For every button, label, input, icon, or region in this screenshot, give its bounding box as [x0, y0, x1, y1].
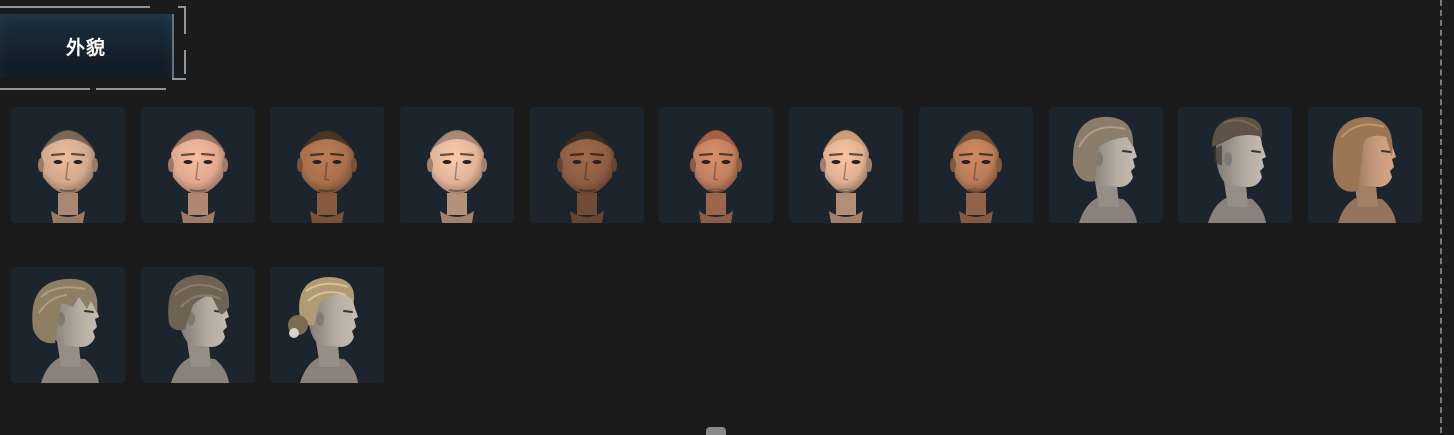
appearance-option[interactable]: [11, 107, 125, 223]
curtain-bangs-haircut-icon: [167, 275, 229, 383]
frame-line: [184, 6, 186, 34]
appearance-tab[interactable]: 外貌: [0, 0, 190, 94]
lob-haircut-icon: [1332, 117, 1396, 223]
frame-line: [184, 50, 186, 74]
appearance-option[interactable]: [789, 107, 904, 223]
bob-haircut-icon: [1072, 116, 1137, 223]
male-bald-head-5: [556, 130, 617, 223]
female-bald-head-2: [820, 130, 873, 223]
panel-divider: [1440, 0, 1442, 433]
frame-line: [96, 88, 166, 90]
appearance-option[interactable]: [1307, 107, 1422, 223]
appearance-option[interactable]: [1048, 107, 1163, 223]
tab-label: 外貌: [65, 36, 106, 59]
frame-line: [0, 88, 90, 90]
male-bald-head-2: [167, 130, 228, 223]
appearance-option[interactable]: [140, 107, 255, 223]
frame-line: [0, 6, 150, 8]
appearance-option[interactable]: [270, 107, 385, 223]
messy-bob-haircut-icon: [32, 278, 99, 383]
female-bald-head-3: [949, 130, 1002, 223]
appearance-option[interactable]: [659, 107, 774, 223]
female-bald-head-1: [690, 130, 743, 223]
scroll-handle[interactable]: [706, 427, 726, 435]
appearance-option[interactable]: [918, 107, 1033, 223]
appearance-option[interactable]: [11, 267, 125, 383]
appearance-grid: [11, 107, 1422, 383]
male-bald-head-4: [427, 130, 488, 223]
male-bald-head-3: [297, 130, 358, 223]
braided-updo-haircut-icon: [288, 277, 359, 383]
frame-line: [172, 78, 186, 80]
undercut-haircut-icon: [1208, 117, 1267, 223]
appearance-option[interactable]: [1178, 107, 1293, 223]
appearance-option[interactable]: [400, 107, 515, 223]
appearance-option[interactable]: [529, 107, 644, 223]
appearance-option[interactable]: [140, 267, 255, 383]
appearance-option[interactable]: [270, 267, 385, 383]
male-bald-head-1: [38, 130, 98, 223]
